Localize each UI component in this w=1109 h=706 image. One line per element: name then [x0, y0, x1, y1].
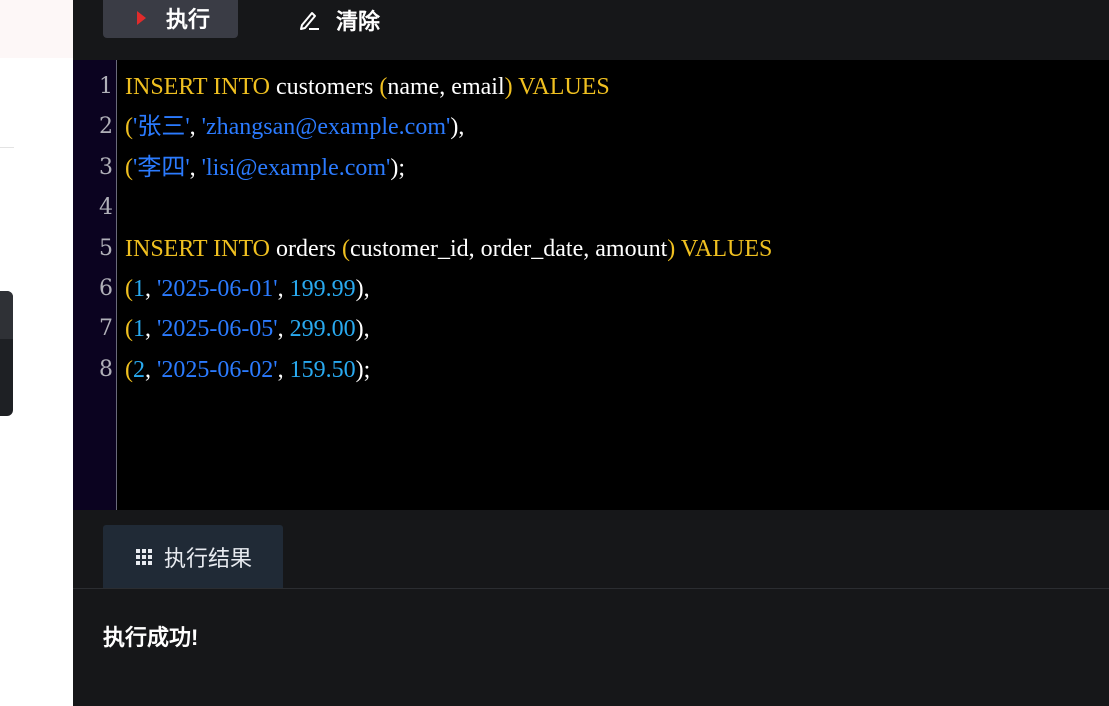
- code-token: 'zhangsan@example.com': [201, 114, 451, 141]
- code-line[interactable]: INSERT INTO customers (name, email) VALU…: [125, 67, 610, 107]
- code-token: '李四': [133, 154, 190, 181]
- code-token: (: [125, 316, 133, 343]
- code-token: customers: [270, 74, 380, 100]
- run-button[interactable]: 执行: [103, 0, 238, 38]
- tab-execution-results-label: 执行结果: [164, 545, 253, 571]
- results-tab-bar: 执行结果: [73, 510, 1109, 589]
- code-token: (: [342, 235, 350, 262]
- left-panel-header: [0, 0, 73, 58]
- code-line[interactable]: (1, '2025-06-01', 199.99),: [125, 269, 370, 309]
- code-token: ,: [145, 356, 157, 383]
- code-token: 'lisi@example.com': [201, 154, 391, 181]
- line-number: 6: [99, 276, 113, 301]
- code-token: orders: [270, 235, 342, 262]
- code-line[interactable]: ('张三', 'zhangsan@example.com'),: [125, 107, 464, 147]
- code-token: ,: [145, 316, 157, 343]
- left-panel: [0, 0, 73, 706]
- line-number: 8: [99, 356, 113, 382]
- code-token: 1: [133, 316, 145, 343]
- code-token: (: [125, 154, 133, 181]
- sql-editor[interactable]: 12345678 INSERT INTO customers (name, em…: [73, 60, 1109, 510]
- code-token: '张三': [133, 114, 190, 141]
- toolbar: 执行 清除: [73, 0, 1109, 60]
- edit-icon: [298, 8, 322, 32]
- code-token: '2025-06-01': [157, 276, 278, 302]
- result-message: 执行成功!: [103, 625, 199, 650]
- line-number-gutter: 1 2 3 4 5 6 7 8: [73, 60, 117, 510]
- code-token: VALUES: [512, 74, 610, 100]
- code-token: ,: [277, 316, 290, 343]
- line-number: 2: [99, 114, 113, 140]
- code-token: (: [125, 276, 133, 302]
- grid-icon: [136, 548, 152, 565]
- code-token: 199.99: [289, 276, 356, 302]
- code-token: );: [390, 154, 406, 181]
- code-token: '2025-06-02': [157, 356, 278, 383]
- line-number: 5: [99, 235, 113, 261]
- code-token: 159.50: [289, 356, 356, 383]
- code-token: VALUES: [675, 235, 773, 262]
- clear-button[interactable]: 清除: [298, 0, 380, 42]
- code-token: 299.00: [289, 316, 356, 343]
- code-token: name, email: [387, 74, 505, 100]
- line-number: 3: [99, 154, 113, 180]
- code-token: (: [125, 356, 133, 383]
- code-token: ),: [355, 316, 370, 343]
- code-token: ),: [355, 276, 370, 302]
- code-token: 1: [133, 276, 145, 302]
- left-panel-divider: [0, 147, 14, 148]
- line-number: 1: [99, 74, 113, 99]
- play-icon: [137, 11, 146, 25]
- line-number: 7: [99, 316, 113, 342]
- left-panel-collapse-handle[interactable]: [0, 291, 13, 416]
- code-token: ,: [145, 276, 157, 302]
- code-line[interactable]: (2, '2025-06-02', 159.50);: [125, 350, 370, 390]
- code-token: ,: [277, 356, 290, 383]
- code-token: ,: [189, 154, 202, 181]
- code-token: INSERT INTO: [125, 74, 271, 100]
- clear-button-label: 清除: [336, 9, 381, 34]
- code-token: '2025-06-05': [157, 316, 278, 343]
- run-button-label: 执行: [166, 7, 211, 32]
- code-token: ),: [450, 114, 465, 141]
- code-token: ): [504, 74, 513, 100]
- line-number: 4: [99, 195, 113, 221]
- code-line[interactable]: (1, '2025-06-05', 299.00),: [125, 309, 370, 349]
- code-token: (: [125, 114, 133, 141]
- sql-workspace: 执行 清除 12345678 INSERT INTO customers (na…: [73, 0, 1109, 706]
- left-panel-handle-highlight: [0, 291, 13, 339]
- code-token: INSERT INTO: [125, 235, 271, 262]
- code-token: ,: [189, 114, 202, 141]
- code-token: );: [355, 356, 371, 383]
- code-token: ,: [277, 276, 290, 302]
- tab-execution-results[interactable]: 执行结果: [103, 525, 283, 588]
- code-line[interactable]: ('李四', 'lisi@example.com');: [125, 148, 405, 188]
- code-token: customer_id, order_date, amount: [350, 235, 668, 262]
- code-token: 2: [133, 356, 145, 383]
- code-line[interactable]: INSERT INTO orders (customer_id, order_d…: [125, 229, 772, 269]
